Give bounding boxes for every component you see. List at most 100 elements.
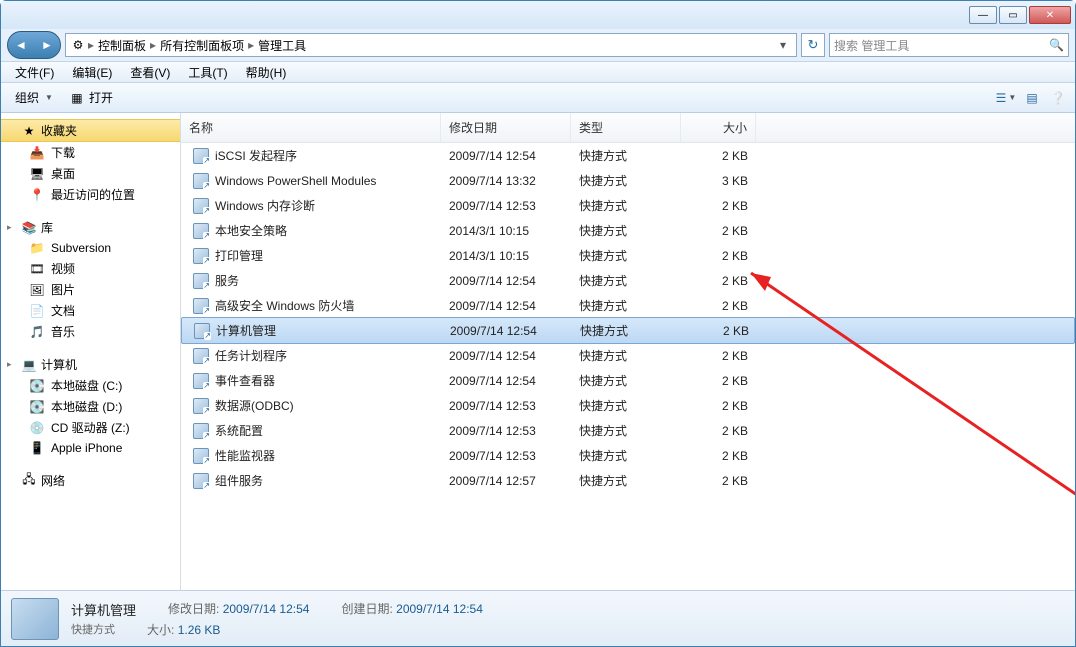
sidebar-computer-header[interactable]: ▸ 💻 计算机 xyxy=(1,354,180,375)
file-row[interactable]: 系统配置 2009/7/14 12:53 快捷方式 2 KB xyxy=(181,418,1075,443)
sidebar-item[interactable]: 💽本地磁盘 (D:) xyxy=(1,396,180,417)
sidebar-libraries-header[interactable]: ▸ 📚 库 xyxy=(1,217,180,238)
search-input[interactable]: 搜索 管理工具 🔍 xyxy=(829,33,1069,57)
menu-tools[interactable]: 工具(T) xyxy=(180,62,235,83)
file-size: 2 KB xyxy=(681,422,756,440)
file-row[interactable]: Windows PowerShell Modules 2009/7/14 13:… xyxy=(181,168,1075,193)
file-name: 系统配置 xyxy=(215,422,263,439)
file-row[interactable]: 事件查看器 2009/7/14 12:54 快捷方式 2 KB xyxy=(181,368,1075,393)
file-size: 2 KB xyxy=(681,222,756,240)
file-row[interactable]: 高级安全 Windows 防火墙 2009/7/14 12:54 快捷方式 2 … xyxy=(181,293,1075,318)
file-name: 组件服务 xyxy=(215,472,263,489)
sidebar-item[interactable]: 📍最近访问的位置 xyxy=(1,184,180,205)
address-path[interactable]: ⚙ ▸ 控制面板 ▸ 所有控制面板项 ▸ 管理工具 ▾ xyxy=(65,33,797,57)
menu-edit[interactable]: 编辑(E) xyxy=(64,62,120,83)
close-button[interactable]: ✕ xyxy=(1029,6,1071,24)
shortcut-icon xyxy=(193,448,209,464)
open-button[interactable]: ▦ 打开 xyxy=(61,86,121,109)
view-options-button[interactable]: ☰▼ xyxy=(995,87,1017,109)
file-size: 2 KB xyxy=(681,247,756,265)
file-row[interactable]: 计算机管理 2009/7/14 12:54 快捷方式 2 KB xyxy=(181,317,1075,344)
item-icon: 🖥 xyxy=(29,166,45,182)
sidebar-item[interactable]: 🎵音乐 xyxy=(1,321,180,342)
file-row[interactable]: 任务计划程序 2009/7/14 12:54 快捷方式 2 KB xyxy=(181,343,1075,368)
file-date: 2009/7/14 12:54 xyxy=(441,297,571,315)
organize-button[interactable]: 组织▼ xyxy=(7,86,61,109)
file-row[interactable]: 服务 2009/7/14 12:54 快捷方式 2 KB xyxy=(181,268,1075,293)
file-type: 快捷方式 xyxy=(571,345,681,366)
breadcrumb-seg1[interactable]: 控制面板 xyxy=(96,37,148,54)
file-row[interactable]: iSCSI 发起程序 2009/7/14 12:54 快捷方式 2 KB xyxy=(181,143,1075,168)
file-type: 快捷方式 xyxy=(571,470,681,491)
item-icon: 📍 xyxy=(29,187,45,203)
file-name: 高级安全 Windows 防火墙 xyxy=(215,297,354,314)
refresh-button[interactable]: ↻ xyxy=(801,33,825,57)
column-name[interactable]: 名称 xyxy=(181,113,441,142)
navigation-pane: ★ 收藏夹 📥下载🖥桌面📍最近访问的位置 ▸ 📚 库 📁Subversion🎞视… xyxy=(1,113,181,590)
sidebar-item[interactable]: 🖼图片 xyxy=(1,279,180,300)
breadcrumb-seg2[interactable]: 所有控制面板项 xyxy=(158,37,246,54)
sidebar-network-header[interactable]: 🖧 网络 xyxy=(1,470,180,491)
file-row[interactable]: 本地安全策略 2014/3/1 10:15 快捷方式 2 KB xyxy=(181,218,1075,243)
menu-view[interactable]: 查看(V) xyxy=(122,62,178,83)
forward-button[interactable]: ► xyxy=(34,32,60,58)
explorer-window: — ▭ ✕ ◄ ► ⚙ ▸ 控制面板 ▸ 所有控制面板项 ▸ 管理工具 ▾ ↻ … xyxy=(0,0,1076,647)
shortcut-icon xyxy=(193,223,209,239)
item-icon: 💽 xyxy=(29,378,45,394)
shortcut-icon xyxy=(193,373,209,389)
help-button[interactable]: ❔ xyxy=(1047,87,1069,109)
shortcut-icon xyxy=(193,173,209,189)
file-size: 2 KB xyxy=(681,397,756,415)
breadcrumb-seg3[interactable]: 管理工具 xyxy=(256,37,308,54)
selected-item-icon xyxy=(11,598,59,640)
file-name: 性能监视器 xyxy=(215,447,275,464)
shortcut-icon xyxy=(193,248,209,264)
sidebar-item[interactable]: 📥下载 xyxy=(1,142,180,163)
file-row[interactable]: 性能监视器 2009/7/14 12:53 快捷方式 2 KB xyxy=(181,443,1075,468)
file-size: 2 KB xyxy=(682,322,757,340)
file-name: Windows 内存诊断 xyxy=(215,197,315,214)
details-pane: 计算机管理 修改日期: 2009/7/14 12:54 创建日期: 2009/7… xyxy=(1,590,1075,646)
file-type: 快捷方式 xyxy=(571,295,681,316)
maximize-button[interactable]: ▭ xyxy=(999,6,1027,24)
file-date: 2009/7/14 12:54 xyxy=(441,147,571,165)
file-size: 2 KB xyxy=(681,147,756,165)
sidebar-item[interactable]: 📄文档 xyxy=(1,300,180,321)
menu-file[interactable]: 文件(F) xyxy=(7,62,62,83)
file-size: 2 KB xyxy=(681,372,756,390)
item-icon: 🎵 xyxy=(29,324,45,340)
file-row[interactable]: Windows 内存诊断 2009/7/14 12:53 快捷方式 2 KB xyxy=(181,193,1075,218)
column-size[interactable]: 大小 xyxy=(681,113,756,142)
file-type: 快捷方式 xyxy=(571,145,681,166)
selected-item-type: 快捷方式 xyxy=(71,621,115,638)
sidebar-favorites-header[interactable]: ★ 收藏夹 xyxy=(1,119,180,142)
column-type[interactable]: 类型 xyxy=(571,113,681,142)
sidebar-item[interactable]: 🖥桌面 xyxy=(1,163,180,184)
sidebar-item[interactable]: 🎞视频 xyxy=(1,258,180,279)
file-type: 快捷方式 xyxy=(571,420,681,441)
minimize-button[interactable]: — xyxy=(969,6,997,24)
file-date: 2009/7/14 12:54 xyxy=(441,347,571,365)
file-row[interactable]: 打印管理 2014/3/1 10:15 快捷方式 2 KB xyxy=(181,243,1075,268)
preview-pane-button[interactable]: ▤ xyxy=(1021,87,1043,109)
column-date[interactable]: 修改日期 xyxy=(441,113,571,142)
file-date: 2009/7/14 12:53 xyxy=(441,397,571,415)
content-area: ★ 收藏夹 📥下载🖥桌面📍最近访问的位置 ▸ 📚 库 📁Subversion🎞视… xyxy=(1,113,1075,590)
file-name: Windows PowerShell Modules xyxy=(215,174,376,188)
file-list: 名称 修改日期 类型 大小 iSCSI 发起程序 2009/7/14 12:54… xyxy=(181,113,1075,590)
address-dropdown[interactable]: ▾ xyxy=(774,38,792,52)
sidebar-item[interactable]: 📁Subversion xyxy=(1,238,180,258)
sidebar-item[interactable]: 📱Apple iPhone xyxy=(1,438,180,458)
file-row[interactable]: 数据源(ODBC) 2009/7/14 12:53 快捷方式 2 KB xyxy=(181,393,1075,418)
file-name: 本地安全策略 xyxy=(215,222,287,239)
search-icon: 🔍 xyxy=(1049,38,1064,52)
shortcut-icon xyxy=(194,323,210,339)
menu-help[interactable]: 帮助(H) xyxy=(238,62,295,83)
file-row[interactable]: 组件服务 2009/7/14 12:57 快捷方式 2 KB xyxy=(181,468,1075,493)
sidebar-item[interactable]: 💽本地磁盘 (C:) xyxy=(1,375,180,396)
back-button[interactable]: ◄ xyxy=(8,32,34,58)
file-size: 3 KB xyxy=(681,172,756,190)
sidebar-item[interactable]: 💿CD 驱动器 (Z:) xyxy=(1,417,180,438)
file-size: 2 KB xyxy=(681,297,756,315)
file-name: 任务计划程序 xyxy=(215,347,287,364)
